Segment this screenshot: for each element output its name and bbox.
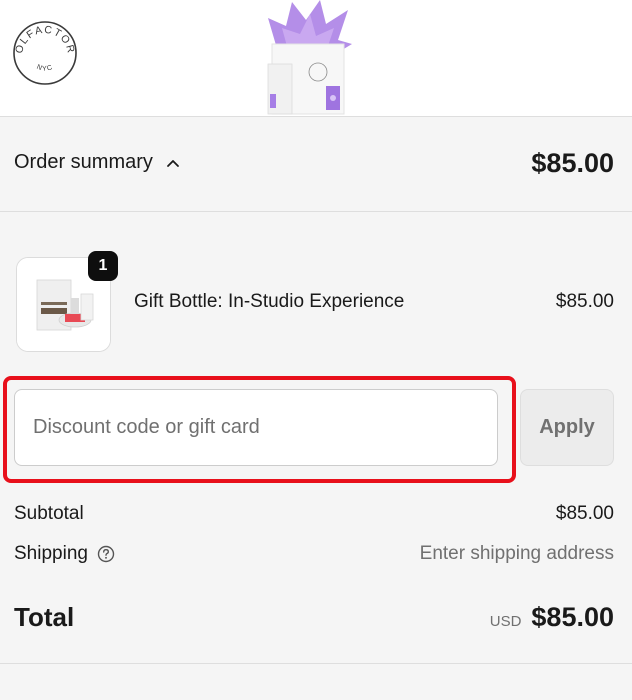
store-logo[interactable]: OLFACTORY NYC	[8, 11, 78, 86]
divider	[0, 663, 632, 664]
total-amount: USD $85.00	[490, 602, 614, 633]
line-item: 1 Gift Bottle: In-Studio Experience $85.…	[0, 251, 632, 353]
order-summary-panel: Order summary $85.00 1 Gift Bottle: In-S…	[0, 117, 632, 700]
order-summary-bar: Order summary $85.00	[0, 117, 632, 212]
total-value: $85.00	[531, 601, 614, 632]
shipping-label-group: Shipping	[14, 543, 116, 565]
currency-code: USD	[489, 612, 522, 630]
order-summary-label: Order summary	[14, 151, 153, 173]
shipping-row: Shipping Enter shipping address	[14, 541, 614, 567]
order-summary-total: $85.00	[531, 148, 614, 178]
total-label: Total	[14, 601, 75, 632]
svg-text:NYC: NYC	[35, 64, 54, 73]
help-icon[interactable]	[96, 544, 116, 564]
apply-button[interactable]: Apply	[520, 389, 614, 466]
total-row: Total USD $85.00	[14, 597, 614, 637]
item-name: Gift Bottle: In-Studio Experience	[134, 291, 405, 312]
svg-text:OLFACTORY: OLFACTORY	[12, 20, 77, 55]
subtotal-row: Subtotal $85.00	[14, 501, 614, 527]
quantity-badge: 1	[88, 251, 118, 281]
subtotal-label: Subtotal	[14, 503, 84, 524]
order-summary-toggle[interactable]: Order summary	[14, 151, 181, 174]
chevron-up-icon	[165, 155, 181, 171]
store-header: OLFACTORY NYC	[0, 0, 632, 117]
shipping-value: Enter shipping address	[419, 543, 614, 564]
shipping-label: Shipping	[14, 543, 88, 564]
subtotal-value: $85.00	[555, 503, 614, 524]
discount-code-input[interactable]	[14, 389, 498, 466]
gift-bag-image	[248, 0, 368, 117]
item-price: $85.00	[555, 291, 614, 312]
